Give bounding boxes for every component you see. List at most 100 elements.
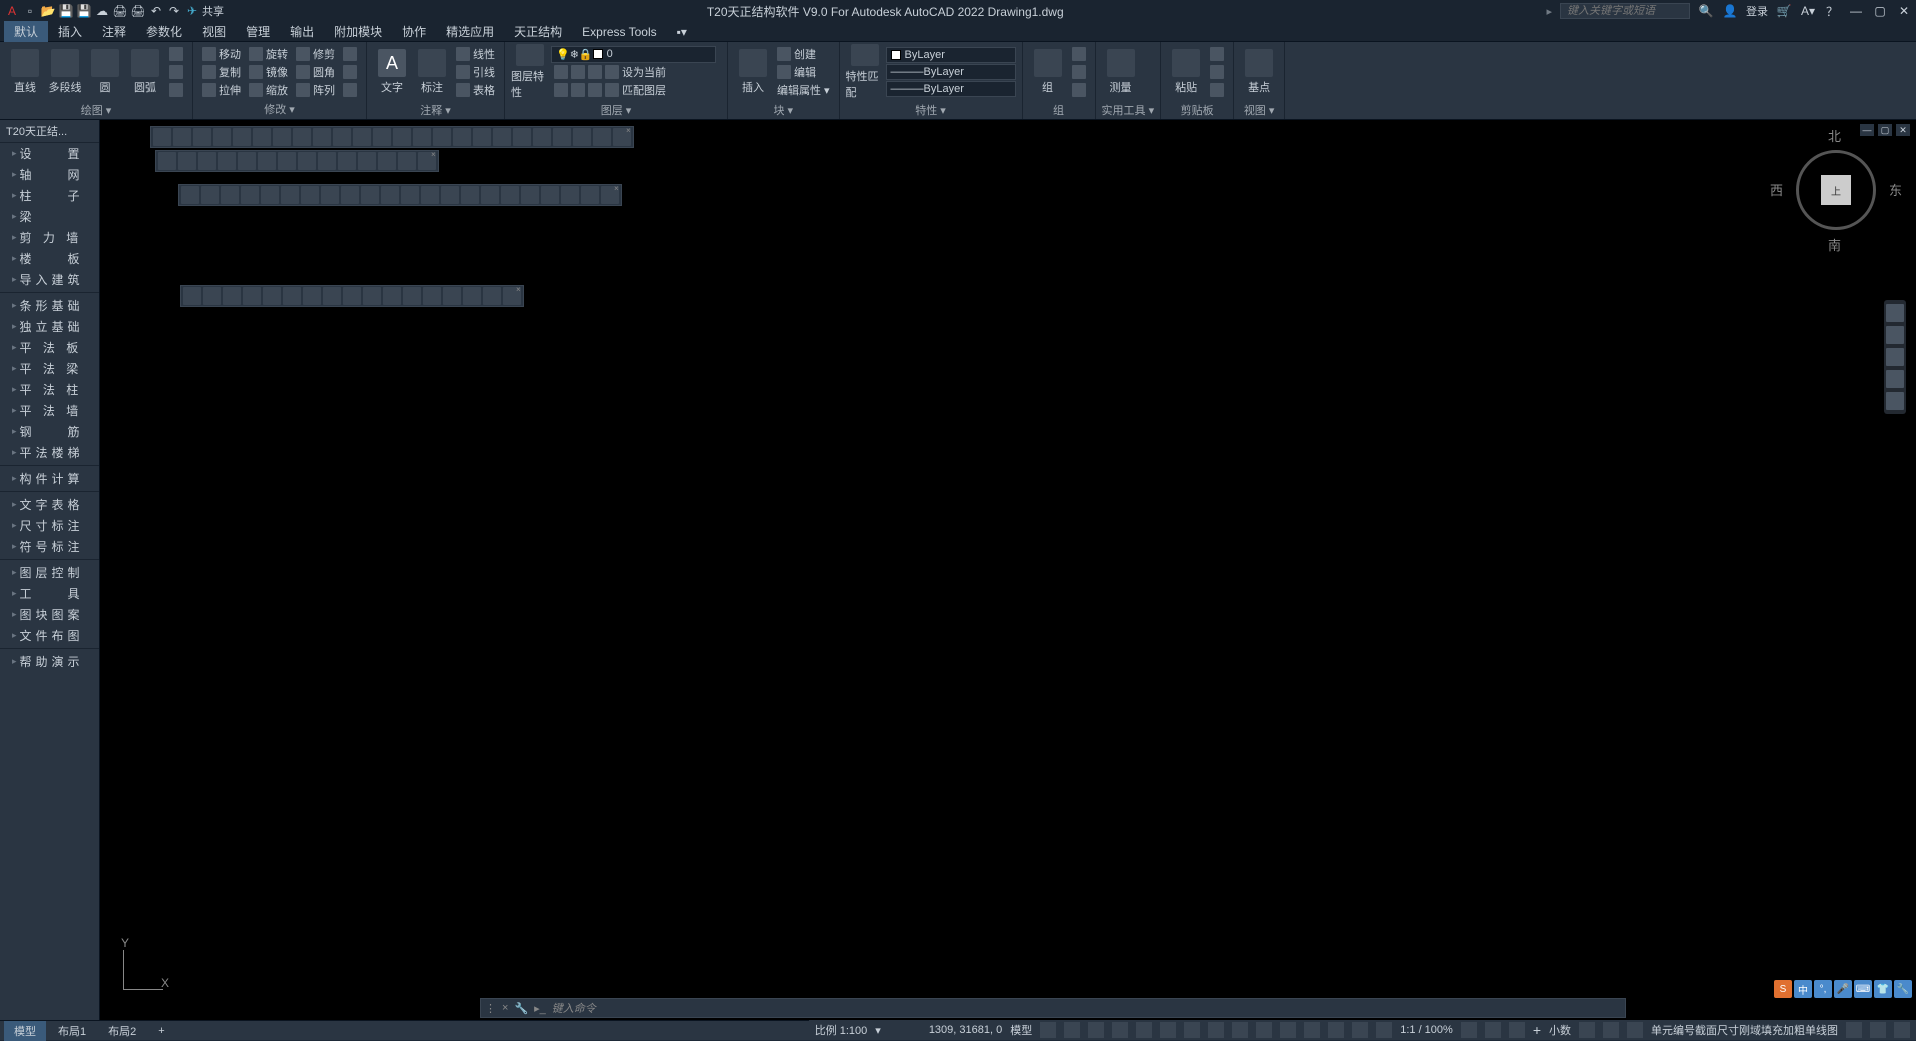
close-icon[interactable]: × (614, 184, 622, 192)
toolbar-tool-icon[interactable] (153, 128, 171, 146)
sidebar-item[interactable]: 文字表格 (0, 494, 99, 515)
toolbar-tool-icon[interactable] (323, 287, 341, 305)
matchprop-button[interactable]: 特性匹配 (846, 44, 884, 100)
hardware-accel-icon[interactable] (1846, 1022, 1862, 1038)
toolbar-tool-icon[interactable] (373, 128, 391, 146)
trim-button[interactable]: 修剪 (293, 45, 338, 62)
annomonitor-icon[interactable] (1376, 1022, 1392, 1038)
toolbar-tool-icon[interactable] (423, 287, 441, 305)
lockui-icon[interactable] (1603, 1022, 1619, 1038)
toolbar-tool-icon[interactable] (441, 186, 459, 204)
layer-props-button[interactable]: 图层特性 (511, 44, 549, 100)
toolbar-tool-icon[interactable] (483, 287, 501, 305)
toolbar-tool-icon[interactable] (283, 287, 301, 305)
tab-collab[interactable]: 协作 (392, 21, 436, 42)
toolbar-tool-icon[interactable] (181, 186, 199, 204)
share-icon[interactable]: ✈ (184, 3, 200, 19)
status-model-button[interactable]: 模型 (1010, 1022, 1032, 1038)
cut-icon[interactable] (1207, 46, 1227, 63)
zoom-icon[interactable] (1886, 348, 1904, 366)
panel-label[interactable]: 视图 ▾ (1240, 100, 1278, 118)
color-dropdown[interactable]: ByLayer (886, 47, 1016, 63)
panel-label[interactable]: 块 ▾ (734, 100, 833, 118)
toolbar-tool-icon[interactable] (158, 152, 176, 170)
toolbar-tool-icon[interactable] (401, 186, 419, 204)
toolbar-tool-icon[interactable] (553, 128, 571, 146)
leader-button[interactable]: 引线 (453, 64, 498, 81)
grid-icon[interactable] (1040, 1022, 1056, 1038)
add-layout-button[interactable]: + (148, 1023, 174, 1039)
customize-icon[interactable] (1894, 1022, 1910, 1038)
ime-lang-icon[interactable]: 中 (1794, 980, 1812, 998)
clip-tool-icon[interactable] (1207, 82, 1227, 99)
toolbar-tool-icon[interactable] (378, 152, 396, 170)
sidebar-item[interactable]: 轴 网 (0, 164, 99, 185)
sidebar-item[interactable]: 楼 板 (0, 248, 99, 269)
stretch-button[interactable]: 拉伸 (199, 81, 244, 98)
otrack-icon[interactable] (1184, 1022, 1200, 1038)
toolbar-tool-icon[interactable] (443, 287, 461, 305)
cmd-close-icon[interactable]: × (502, 1002, 508, 1014)
save-icon[interactable]: 💾 (58, 3, 74, 19)
autoscale-icon[interactable] (1485, 1022, 1501, 1038)
group-button[interactable]: 组 (1029, 44, 1067, 100)
tab-annotate[interactable]: 注释 (92, 21, 136, 42)
toolbar-tool-icon[interactable] (463, 287, 481, 305)
tab-output[interactable]: 输出 (280, 21, 324, 42)
panel-label[interactable]: 注释 ▾ (373, 100, 498, 118)
toolbar-tool-icon[interactable] (218, 152, 236, 170)
toolbar-tool-icon[interactable] (318, 152, 336, 170)
toolbar-tool-icon[interactable] (303, 287, 321, 305)
match-layer-button[interactable]: 匹配图层 (551, 82, 721, 99)
sidebar-item[interactable]: 平 法 板 (0, 337, 99, 358)
sidebar-item[interactable]: 剪 力 墙 (0, 227, 99, 248)
mirror-button[interactable]: 镜像 (246, 63, 291, 80)
gizmo-icon[interactable] (1352, 1022, 1368, 1038)
group-tool-icon[interactable] (1069, 64, 1089, 81)
lineweight-dropdown[interactable]: ——— ByLayer (886, 64, 1016, 80)
floating-toolbar-3[interactable]: × (178, 184, 622, 206)
print-icon[interactable]: 🖨 (130, 3, 146, 19)
group-tool-icon[interactable] (1069, 82, 1089, 99)
toolbar-tool-icon[interactable] (481, 186, 499, 204)
toolbar-tool-icon[interactable] (293, 128, 311, 146)
toolbar-tool-icon[interactable] (243, 287, 261, 305)
toolbar-tool-icon[interactable] (321, 186, 339, 204)
group-tool-icon[interactable] (1069, 46, 1089, 63)
ime-tool-icon[interactable]: 🔧 (1894, 980, 1912, 998)
new-icon[interactable]: ▫ (22, 3, 38, 19)
toolbar-tool-icon[interactable] (561, 186, 579, 204)
sidebar-item[interactable]: 独立基础 (0, 316, 99, 337)
toolbar-tool-icon[interactable] (533, 128, 551, 146)
full-nav-wheel-icon[interactable] (1886, 304, 1904, 322)
cleanscreen-icon[interactable] (1870, 1022, 1886, 1038)
drawing-minimize-icon[interactable]: — (1860, 124, 1874, 136)
toolbar-tool-icon[interactable] (493, 128, 511, 146)
saveas-icon[interactable]: 💾 (76, 3, 92, 19)
selectfilter-icon[interactable] (1328, 1022, 1344, 1038)
status-annoscale[interactable]: 1:1 / 100% (1400, 1024, 1453, 1036)
user-icon[interactable]: 👤 (1722, 3, 1738, 19)
sidebar-item[interactable]: 导入建筑 (0, 269, 99, 290)
tab-addons[interactable]: 附加模块 (324, 21, 392, 42)
tab-tangent[interactable]: 天正结构 (504, 21, 572, 42)
login-button[interactable]: 登录 (1746, 3, 1768, 19)
pan-icon[interactable] (1886, 326, 1904, 344)
toolbar-tool-icon[interactable] (193, 128, 211, 146)
toolbar-tool-icon[interactable] (183, 287, 201, 305)
viewcube-top-face[interactable]: 上 (1821, 175, 1851, 205)
circle-button[interactable]: 圆 (86, 44, 124, 100)
sidebar-item[interactable]: 工 具 (0, 583, 99, 604)
sidebar-item[interactable]: 柱 子 (0, 185, 99, 206)
panel-label[interactable]: 特性 ▾ (846, 100, 1016, 118)
toolbar-tool-icon[interactable] (298, 152, 316, 170)
toolbar-tool-icon[interactable] (461, 186, 479, 204)
undo-icon[interactable]: ↶ (148, 3, 164, 19)
modify-tool-icon[interactable] (340, 45, 360, 62)
toolbar-tool-icon[interactable] (353, 128, 371, 146)
close-icon[interactable]: × (431, 150, 439, 158)
copy-button[interactable]: 复制 (199, 63, 244, 80)
floating-toolbar-4[interactable]: × (180, 285, 524, 307)
fillet-button[interactable]: 圆角 (293, 63, 338, 80)
floating-toolbar-2[interactable]: × (155, 150, 439, 172)
